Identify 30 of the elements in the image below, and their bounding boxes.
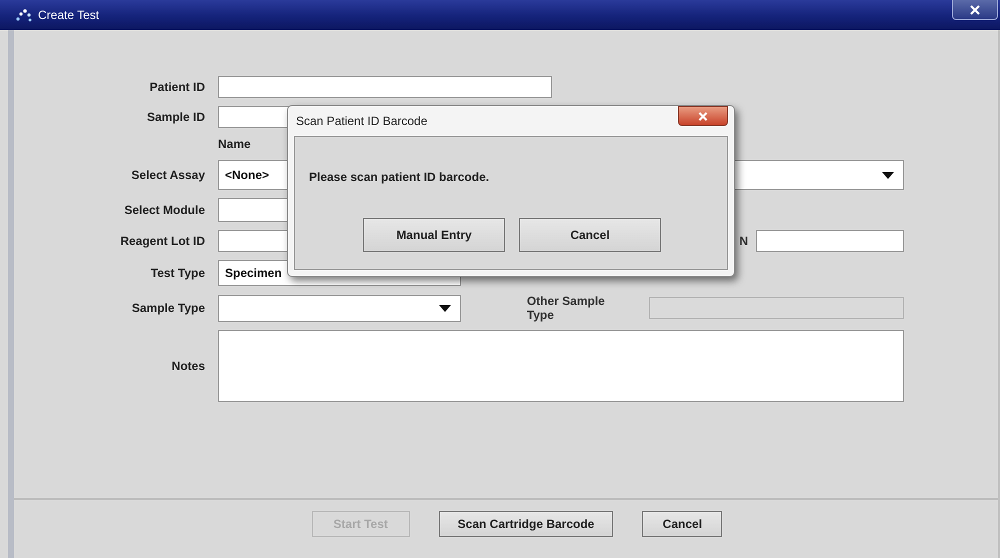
field-label: Select Assay xyxy=(130,168,205,182)
field-label: Test Type xyxy=(150,266,205,280)
close-button[interactable] xyxy=(678,106,728,126)
field-label: Sample Type xyxy=(130,301,205,315)
button[interactable]: Cancel xyxy=(519,218,661,252)
dropdown[interactable] xyxy=(218,294,461,322)
field-label: Sample ID xyxy=(146,110,205,124)
close-button[interactable] xyxy=(952,0,998,20)
field-label: Reagent Lot ID xyxy=(119,234,205,248)
button[interactable]: Manual Entry xyxy=(363,218,505,252)
field-label: Other Sample Type xyxy=(526,294,606,322)
field-label: Select Module xyxy=(123,203,205,217)
notes-field[interactable] xyxy=(218,330,904,402)
column-header: Name xyxy=(218,137,251,151)
field-label: Patient ID xyxy=(148,80,205,94)
dropdown-arrow-icon xyxy=(882,172,894,178)
field-label: Notes xyxy=(170,359,205,373)
input-field[interactable] xyxy=(756,230,904,252)
close-icon xyxy=(970,4,980,14)
window-title: Create Test xyxy=(38,8,100,22)
dropdown-value: <None> xyxy=(225,168,270,182)
button[interactable]: Cancel xyxy=(642,511,722,537)
dialog-message: Please scan patient ID barcode. xyxy=(309,170,490,184)
dropdown-arrow-icon xyxy=(438,304,451,312)
button[interactable]: Scan Cartridge Barcode xyxy=(438,511,614,537)
close-icon xyxy=(698,112,708,120)
dots-icon xyxy=(16,8,32,22)
field-label: N xyxy=(739,234,748,248)
dialog-title: Scan Patient ID Barcode xyxy=(296,114,428,128)
input-field[interactable] xyxy=(218,76,552,98)
